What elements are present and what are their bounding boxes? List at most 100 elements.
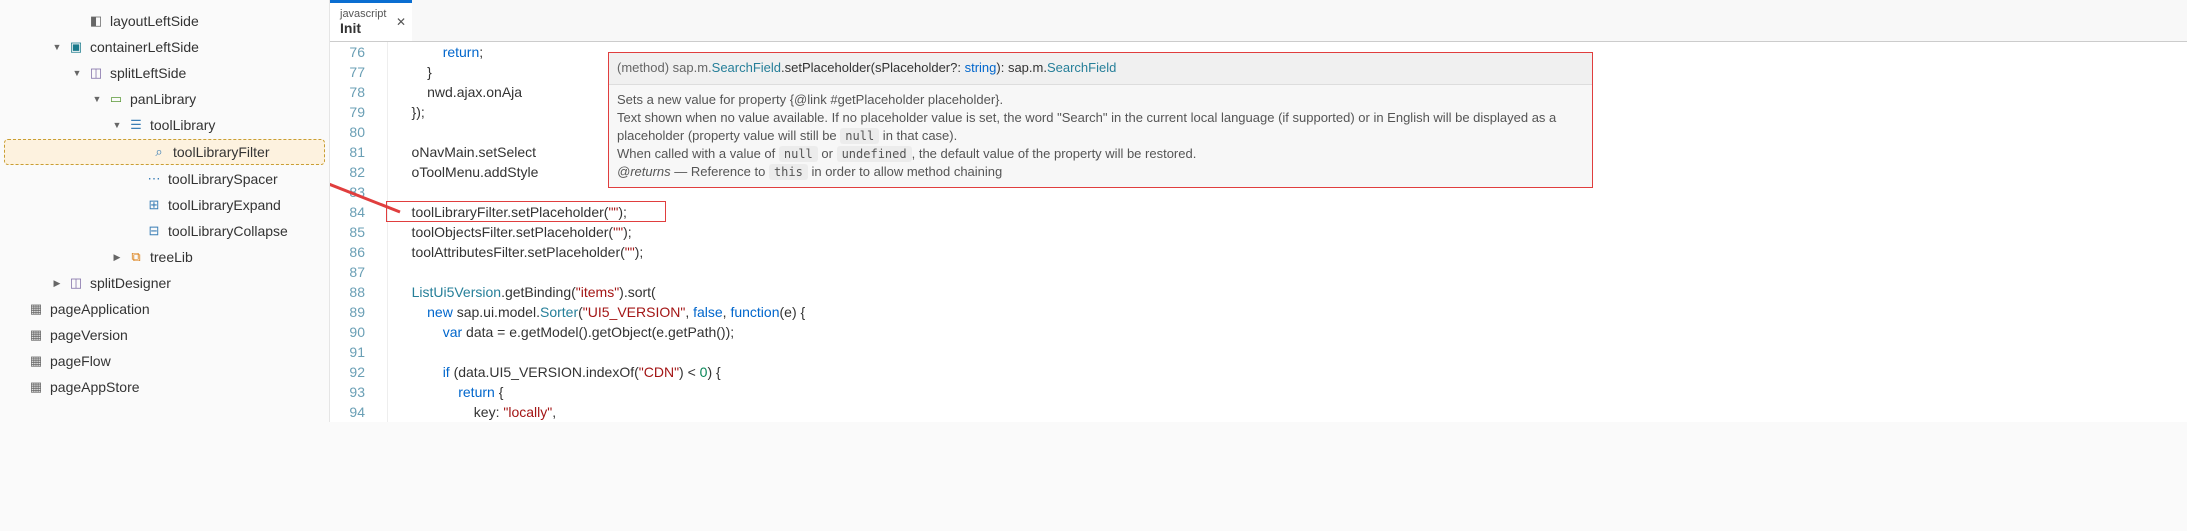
editor-tab-init[interactable]: javascript Init ✕ bbox=[330, 0, 412, 41]
chevron-icon[interactable]: ▶ bbox=[110, 250, 124, 264]
chevron-icon[interactable]: ▼ bbox=[110, 118, 124, 132]
tree-item-pageFlow[interactable]: ▦ pageFlow bbox=[0, 348, 329, 374]
page-icon: ▦ bbox=[28, 301, 44, 317]
chevron-icon[interactable]: ▶ bbox=[50, 276, 64, 290]
tree-item-toolLibrarySpacer[interactable]: ⋯ toolLibrarySpacer bbox=[0, 166, 329, 192]
chevron-icon bbox=[128, 198, 142, 212]
chevron-icon[interactable]: ▼ bbox=[90, 92, 104, 106]
line-number: 76 bbox=[330, 42, 365, 62]
code-line-91[interactable] bbox=[396, 342, 2187, 362]
code-content[interactable]: (method) sap.m.SearchField.setPlaceholde… bbox=[388, 42, 2187, 422]
line-number: 93 bbox=[330, 382, 365, 402]
tree-icon: ⧉ bbox=[128, 249, 144, 265]
chevron-icon bbox=[128, 172, 142, 186]
container-icon: ▣ bbox=[68, 39, 84, 55]
tree-panel: ◧ layoutLeftSide ▼ ▣ containerLeftSide ▼ ◫ spli… bbox=[0, 0, 330, 422]
chevron-icon bbox=[128, 224, 142, 238]
page-icon: ▦ bbox=[28, 379, 44, 395]
tree-label: toolLibrary bbox=[150, 117, 215, 133]
tree-label: toolLibraryExpand bbox=[168, 197, 281, 213]
code-area[interactable]: 76777879808182838485868788899091929394 (… bbox=[330, 42, 2187, 422]
chevron-icon bbox=[70, 14, 84, 28]
editor-panel: javascript Init ✕ 7677787980818283848586… bbox=[330, 0, 2187, 422]
code-line-94[interactable]: key: "locally", bbox=[396, 402, 2187, 422]
tree-item-toolLibraryExpand[interactable]: ⊞ toolLibraryExpand bbox=[0, 192, 329, 218]
expand-icon: ⊞ bbox=[146, 197, 162, 213]
filter-icon: ⌕ bbox=[151, 144, 167, 160]
chevron-icon bbox=[133, 145, 147, 159]
line-gutter: 76777879808182838485868788899091929394 bbox=[330, 42, 388, 422]
editor-tabbar: javascript Init ✕ bbox=[330, 0, 2187, 42]
tree-item-pageAppStore[interactable]: ▦ pageAppStore bbox=[0, 374, 329, 400]
layout-icon: ◧ bbox=[88, 13, 104, 29]
editor-tab-language: javascript bbox=[340, 8, 402, 20]
tree-item-pageApplication[interactable]: ▦ pageApplication bbox=[0, 296, 329, 322]
tooltip-body: Sets a new value for property {@link #ge… bbox=[609, 85, 1592, 187]
code-line-88[interactable]: ListUi5Version.getBinding("items").sort( bbox=[396, 282, 2187, 302]
tree-item-panLibrary[interactable]: ▼ ▭ panLibrary bbox=[0, 86, 329, 112]
code-line-85[interactable]: toolObjectsFilter.setPlaceholder(""); bbox=[396, 222, 2187, 242]
line-number: 80 bbox=[330, 122, 365, 142]
line-number: 81 bbox=[330, 142, 365, 162]
close-icon[interactable]: ✕ bbox=[396, 15, 406, 29]
tooltip-signature: (method) sap.m.SearchField.setPlaceholde… bbox=[609, 53, 1592, 85]
line-number: 91 bbox=[330, 342, 365, 362]
line-number: 84 bbox=[330, 202, 365, 222]
tree-label: toolLibraryFilter bbox=[173, 144, 269, 160]
line-number: 83 bbox=[330, 182, 365, 202]
tree-item-toolLibraryFilter[interactable]: ⌕ toolLibraryFilter bbox=[4, 139, 325, 165]
tree-label: pageApplication bbox=[50, 301, 150, 317]
tree-label: containerLeftSide bbox=[90, 39, 199, 55]
tree-item-splitLeftSide[interactable]: ▼◫splitLeftSide bbox=[0, 60, 329, 86]
code-line-89[interactable]: new sap.ui.model.Sorter("UI5_VERSION", f… bbox=[396, 302, 2187, 322]
code-line-86[interactable]: toolAttributesFilter.setPlaceholder(""); bbox=[396, 242, 2187, 262]
tree-item-layoutLeftSide[interactable]: ◧ layoutLeftSide bbox=[0, 8, 329, 34]
tree-label: pageFlow bbox=[50, 353, 111, 369]
line-number: 87 bbox=[330, 262, 365, 282]
line-number: 78 bbox=[330, 82, 365, 102]
page-icon: ▦ bbox=[28, 353, 44, 369]
line-number: 86 bbox=[330, 242, 365, 262]
tree-label: layoutLeftSide bbox=[110, 13, 199, 29]
tree-label: treeLib bbox=[150, 249, 193, 265]
line-number: 94 bbox=[330, 402, 365, 422]
tree-item-toolLibraryCollapse[interactable]: ⊟ toolLibraryCollapse bbox=[0, 218, 329, 244]
line-number: 85 bbox=[330, 222, 365, 242]
tree-item-containerLeftSide[interactable]: ▼ ▣ containerLeftSide bbox=[0, 34, 329, 60]
tree-label: toolLibraryCollapse bbox=[168, 223, 288, 239]
code-line-93[interactable]: return { bbox=[396, 382, 2187, 402]
chevron-icon[interactable]: ▼ bbox=[70, 66, 84, 80]
line-number: 88 bbox=[330, 282, 365, 302]
chevron-icon[interactable]: ▼ bbox=[50, 40, 64, 54]
tree-item-toolLibrary[interactable]: ▼☰toolLibrary bbox=[0, 112, 329, 138]
collapse-icon: ⊟ bbox=[146, 223, 162, 239]
code-line-90[interactable]: var data = e.getModel().getObject(e.getP… bbox=[396, 322, 2187, 342]
page-icon: ▦ bbox=[28, 327, 44, 343]
tree-item-treeLib[interactable]: ▶ ⧉ treeLib bbox=[0, 244, 329, 270]
chevron-icon bbox=[10, 328, 24, 342]
chevron-icon bbox=[10, 354, 24, 368]
tree-label: splitDesigner bbox=[90, 275, 171, 291]
panel-icon: ▭ bbox=[108, 91, 124, 107]
tree-item-pageVersion[interactable]: ▦pageVersion bbox=[0, 322, 329, 348]
tree-label: panLibrary bbox=[130, 91, 196, 107]
split-icon: ◫ bbox=[68, 275, 84, 291]
spacer-icon: ⋯ bbox=[146, 171, 162, 187]
line-number: 89 bbox=[330, 302, 365, 322]
code-line-92[interactable]: if (data.UI5_VERSION.indexOf("CDN") < 0)… bbox=[396, 362, 2187, 382]
code-line-87[interactable] bbox=[396, 262, 2187, 282]
split-icon: ◫ bbox=[88, 65, 104, 81]
line-number: 77 bbox=[330, 62, 365, 82]
tree-label: toolLibrarySpacer bbox=[168, 171, 278, 187]
code-line-84[interactable]: toolLibraryFilter.setPlaceholder(""); bbox=[396, 202, 2187, 222]
tree-item-splitDesigner[interactable]: ▶ ◫ splitDesigner bbox=[0, 270, 329, 296]
tree-label: pageAppStore bbox=[50, 379, 140, 395]
line-number: 92 bbox=[330, 362, 365, 382]
line-number: 90 bbox=[330, 322, 365, 342]
line-number: 82 bbox=[330, 162, 365, 182]
chevron-icon bbox=[10, 302, 24, 316]
intellisense-tooltip: (method) sap.m.SearchField.setPlaceholde… bbox=[608, 52, 1593, 188]
chevron-icon bbox=[10, 380, 24, 394]
line-number: 79 bbox=[330, 102, 365, 122]
editor-tab-name: Init bbox=[340, 20, 402, 36]
